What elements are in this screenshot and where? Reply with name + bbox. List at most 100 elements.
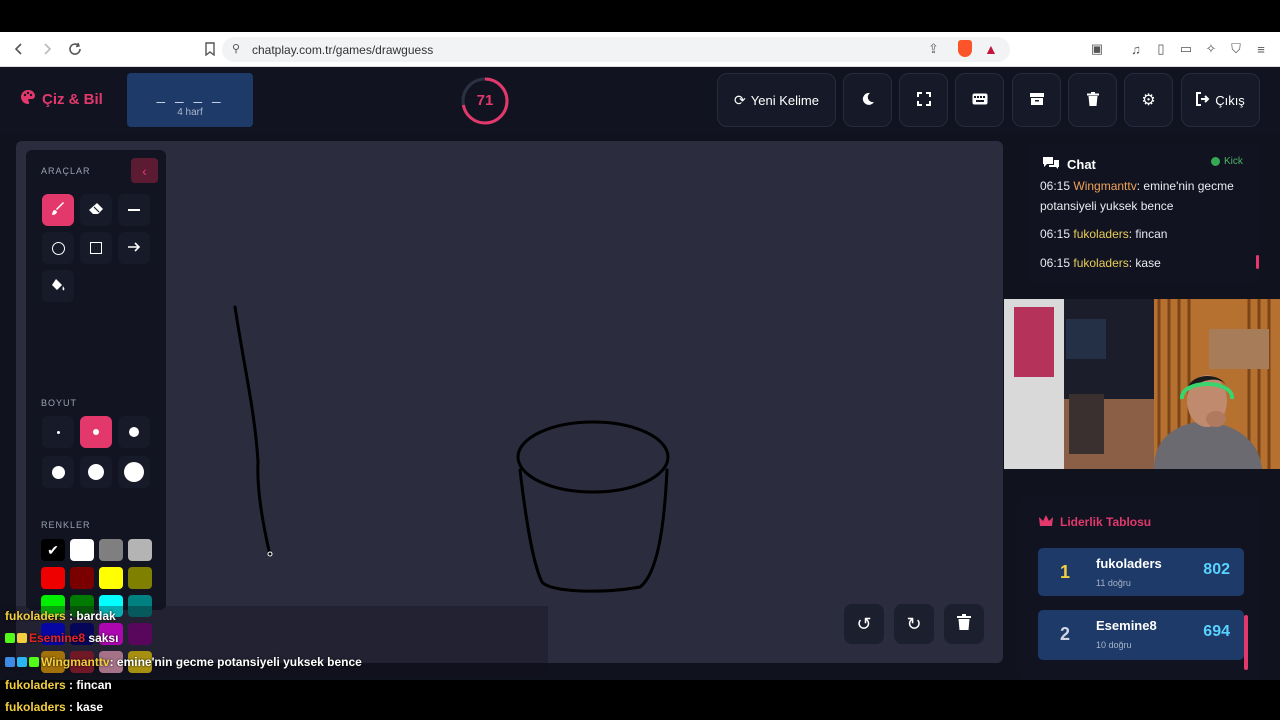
comments-icon xyxy=(1042,156,1060,173)
player-name: fukoladers xyxy=(1096,556,1162,571)
size-option-6[interactable] xyxy=(118,456,150,488)
message-text: kase xyxy=(1135,256,1161,270)
address-bar[interactable]: ⚲ chatplay.com.tr/games/drawguess ⇪ ▲ xyxy=(222,37,1010,62)
size-option-3[interactable] xyxy=(118,416,150,448)
keyboard-button[interactable] xyxy=(955,73,1004,127)
redo-button[interactable]: ↻ xyxy=(894,604,934,644)
trash-icon xyxy=(957,613,971,635)
color-swatch[interactable] xyxy=(70,539,94,561)
reader-mode-icon[interactable]: ▣ xyxy=(1087,39,1107,59)
size-dot xyxy=(56,430,60,434)
crown-badge-icon xyxy=(17,633,27,643)
size-option-4[interactable] xyxy=(42,456,74,488)
arrow-right-icon xyxy=(127,241,141,256)
overlay-text: : emine'nin gecme potansiyeli yuksek ben… xyxy=(109,655,362,669)
back-icon[interactable] xyxy=(8,38,30,60)
brush-tool[interactable] xyxy=(42,194,74,226)
clear-canvas-button[interactable] xyxy=(944,604,984,644)
line-tool[interactable] xyxy=(118,194,150,226)
message-user[interactable]: Wingmanttv xyxy=(1073,179,1136,193)
size-option-5[interactable] xyxy=(80,456,112,488)
chat-message: 06:15 Wingmanttv: emine'nin gecme potans… xyxy=(1040,176,1248,216)
size-heading: BOYUT xyxy=(41,398,78,408)
dark-mode-button[interactable] xyxy=(843,73,892,127)
chevron-left-icon: ‹ xyxy=(142,162,147,179)
circle-icon xyxy=(51,241,65,255)
sub-badge-icon xyxy=(17,657,27,667)
menu-icon[interactable]: ≡ xyxy=(1251,39,1271,59)
leaderboard-row: 1 fukoladers 11 doğru 802 xyxy=(1038,548,1244,596)
brand-title: Çiz & Bil xyxy=(42,90,103,108)
crown-icon xyxy=(1039,515,1053,529)
redo-icon: ↻ xyxy=(906,613,922,634)
color-swatch[interactable] xyxy=(99,539,123,561)
leo-ai-icon[interactable]: ✧ xyxy=(1201,39,1221,59)
archive-icon xyxy=(1029,92,1044,109)
media-icon[interactable]: ♫ xyxy=(1126,39,1146,59)
site-settings-icon[interactable]: ⚲ xyxy=(232,42,240,55)
reload-icon[interactable] xyxy=(64,38,86,60)
verified-badge-icon xyxy=(5,657,15,667)
color-swatch[interactable] xyxy=(99,567,123,589)
overlay-line: fukoladers : bardak xyxy=(5,609,116,623)
fullscreen-button[interactable] xyxy=(899,73,948,127)
square-icon xyxy=(90,242,102,254)
app: Çiz & Bil _ _ _ _ 4 harf 71 ⟳ Yeni Kelim… xyxy=(0,67,1280,680)
brave-rewards-icon[interactable]: ▲ xyxy=(984,41,998,57)
undo-button[interactable]: ↺ xyxy=(844,604,884,644)
forward-icon[interactable] xyxy=(36,38,58,60)
wallet-icon[interactable]: ▭ xyxy=(1176,39,1196,59)
circle-tool[interactable] xyxy=(42,232,74,264)
fill-tool[interactable] xyxy=(42,270,74,302)
eraser-tool[interactable] xyxy=(80,194,112,226)
leaderboard-title: Liderlik Tablosu xyxy=(1060,515,1152,529)
exit-button[interactable]: Çıkış xyxy=(1181,73,1260,127)
new-word-button[interactable]: ⟳ Yeni Kelime xyxy=(717,73,836,127)
palette-icon xyxy=(20,89,36,109)
overlay-user: fukoladers xyxy=(5,700,66,714)
sidebar-icon[interactable]: ▯ xyxy=(1151,39,1171,59)
color-swatch[interactable]: ✔ xyxy=(41,539,65,561)
score: 694 xyxy=(1203,623,1230,640)
brand[interactable]: Çiz & Bil xyxy=(20,89,103,109)
clear-button[interactable] xyxy=(1068,73,1117,127)
overlay-user: fukoladers xyxy=(5,678,66,692)
moon-icon xyxy=(861,92,875,109)
tools-heading: ARAÇLAR xyxy=(41,166,91,176)
share-icon[interactable]: ⇪ xyxy=(928,41,939,57)
archive-button[interactable] xyxy=(1012,73,1061,127)
bookmark-icon[interactable] xyxy=(199,38,221,60)
overlay-line: fukoladers : fincan xyxy=(5,678,112,692)
brave-shield-icon[interactable] xyxy=(958,40,972,57)
chat-scrollbar[interactable] xyxy=(1256,255,1259,269)
color-swatch[interactable] xyxy=(128,539,152,561)
message-user[interactable]: fukoladers xyxy=(1073,227,1128,241)
size-option-1[interactable] xyxy=(42,416,74,448)
rectangle-tool[interactable] xyxy=(80,232,112,264)
color-swatch[interactable] xyxy=(41,567,65,589)
color-swatch[interactable] xyxy=(128,567,152,589)
message-time: 06:15 xyxy=(1040,179,1071,193)
undo-icon: ↺ xyxy=(856,613,872,634)
size-dot xyxy=(129,427,139,437)
paint-bucket-icon xyxy=(51,278,66,295)
overlay-text: : kase xyxy=(69,700,104,714)
screen: ⚲ chatplay.com.tr/games/drawguess ⇪ ▲ ▣ … xyxy=(0,0,1280,720)
refresh-icon: ⟳ xyxy=(734,91,746,108)
leaderboard-scrollbar[interactable] xyxy=(1244,615,1248,670)
size-dot xyxy=(124,462,144,482)
word-hint: 4 harf xyxy=(177,107,203,118)
chat-title: Chat xyxy=(1067,157,1096,172)
color-swatch[interactable] xyxy=(70,567,94,589)
arrow-tool[interactable] xyxy=(118,232,150,264)
message-user[interactable]: fukoladers xyxy=(1073,256,1128,270)
settings-button[interactable]: ⚙ xyxy=(1124,73,1173,127)
overlay-text: : bardak xyxy=(69,609,116,623)
collapse-panel-button[interactable]: ‹ xyxy=(131,158,158,183)
timer-value: 71 xyxy=(476,92,494,109)
chat-message: 06:15 fukoladers: kase xyxy=(1040,253,1248,273)
vpn-icon[interactable]: ⛉ xyxy=(1226,39,1246,59)
word-blanks: _ _ _ _ xyxy=(156,87,224,104)
size-option-2[interactable] xyxy=(80,416,112,448)
check-icon: ✔ xyxy=(47,542,59,558)
